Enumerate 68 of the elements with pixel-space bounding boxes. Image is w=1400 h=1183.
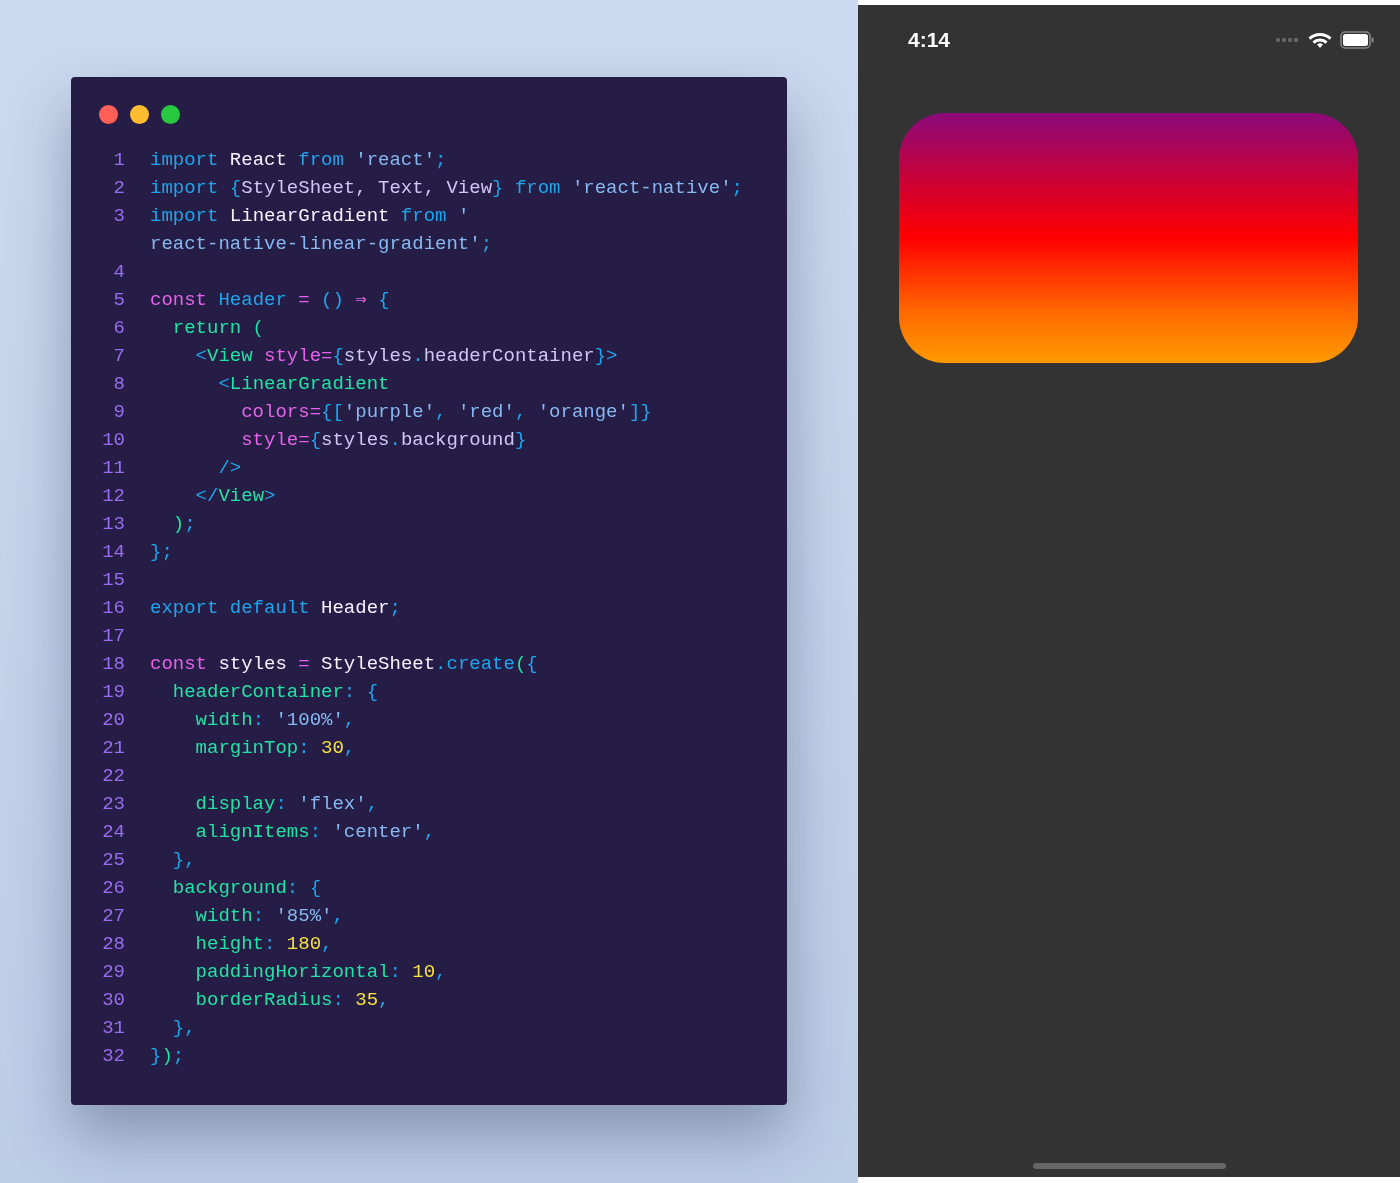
code-line: background: { bbox=[171, 876, 322, 901]
line-number: 30 bbox=[101, 988, 125, 1013]
code-line: const Header = () ⇒ { bbox=[150, 288, 390, 313]
line-number: 14 bbox=[101, 540, 125, 565]
code-line: width: '100%', bbox=[194, 708, 356, 733]
code-line: style={styles.background} bbox=[240, 428, 527, 453]
code-line: borderRadius: 35, bbox=[194, 988, 390, 1013]
line-number: 4 bbox=[112, 260, 125, 285]
maximize-icon[interactable] bbox=[161, 105, 180, 124]
line-number: 28 bbox=[101, 932, 125, 957]
line-number: 17 bbox=[101, 624, 125, 649]
line-number: 16 bbox=[101, 596, 125, 621]
code-line: return ( bbox=[171, 316, 265, 341]
line-number: 3 bbox=[112, 204, 125, 229]
line-number: 20 bbox=[101, 708, 125, 733]
line-number: 6 bbox=[112, 316, 125, 341]
code-line: }); bbox=[150, 1044, 185, 1069]
code-line: marginTop: 30, bbox=[194, 736, 356, 761]
code-line: /> bbox=[217, 456, 242, 481]
code-line: colors={['purple', 'red', 'orange']} bbox=[240, 400, 652, 425]
line-number: 7 bbox=[112, 344, 125, 369]
line-number: 29 bbox=[101, 960, 125, 985]
code-line: import {StyleSheet, Text, View} from 'react-native'; bbox=[150, 176, 743, 201]
line-number: 10 bbox=[101, 428, 125, 453]
line-number: 32 bbox=[101, 1044, 125, 1069]
close-icon[interactable] bbox=[99, 105, 118, 124]
line-number: 22 bbox=[101, 764, 125, 789]
line-number: 1 bbox=[112, 148, 125, 173]
code-line: const styles = StyleSheet.create({ bbox=[150, 652, 538, 677]
code-line: <LinearGradient bbox=[217, 372, 390, 397]
line-number: 31 bbox=[101, 1016, 125, 1041]
code-line: display: 'flex', bbox=[194, 792, 379, 817]
line-number: 8 bbox=[112, 372, 125, 397]
code-line: paddingHorizontal: 10, bbox=[194, 960, 447, 985]
line-number: 15 bbox=[101, 568, 125, 593]
line-number: 2 bbox=[112, 176, 125, 201]
battery-icon bbox=[1340, 31, 1374, 49]
code-line: import LinearGradient from ' bbox=[150, 204, 470, 229]
code-line: }, bbox=[171, 1016, 196, 1041]
line-number: 5 bbox=[112, 288, 125, 313]
line-number: 25 bbox=[101, 848, 125, 873]
code-line: alignItems: 'center', bbox=[194, 820, 436, 845]
wifi-icon bbox=[1308, 31, 1332, 49]
code-line: import React from 'react'; bbox=[150, 148, 447, 173]
line-number: 18 bbox=[101, 652, 125, 677]
code-line: width: '85%', bbox=[194, 904, 344, 929]
line-number: 23 bbox=[101, 792, 125, 817]
line-number: 21 bbox=[101, 736, 125, 761]
code-line: export default Header; bbox=[150, 596, 401, 621]
line-number: 26 bbox=[101, 876, 125, 901]
signal-icon bbox=[1276, 37, 1300, 43]
line-number: 27 bbox=[101, 904, 125, 929]
line-number: 9 bbox=[112, 400, 125, 425]
code-line: height: 180, bbox=[194, 932, 333, 957]
code-line: react-native-linear-gradient'; bbox=[150, 232, 493, 257]
status-time: 4:14 bbox=[908, 27, 951, 54]
line-number: 11 bbox=[101, 456, 125, 481]
line-number: 13 bbox=[101, 512, 125, 537]
code-line: }; bbox=[150, 540, 173, 565]
code-line: ); bbox=[171, 512, 196, 537]
code-line: }, bbox=[171, 848, 196, 873]
line-number: 19 bbox=[101, 680, 125, 705]
line-number: 12 bbox=[101, 484, 125, 509]
minimize-icon[interactable] bbox=[130, 105, 149, 124]
code-line: </View> bbox=[194, 484, 276, 509]
line-number: 24 bbox=[101, 820, 125, 845]
code-line: headerContainer: { bbox=[171, 680, 379, 705]
code-line: <View style={styles.headerContainer}> bbox=[194, 344, 618, 369]
